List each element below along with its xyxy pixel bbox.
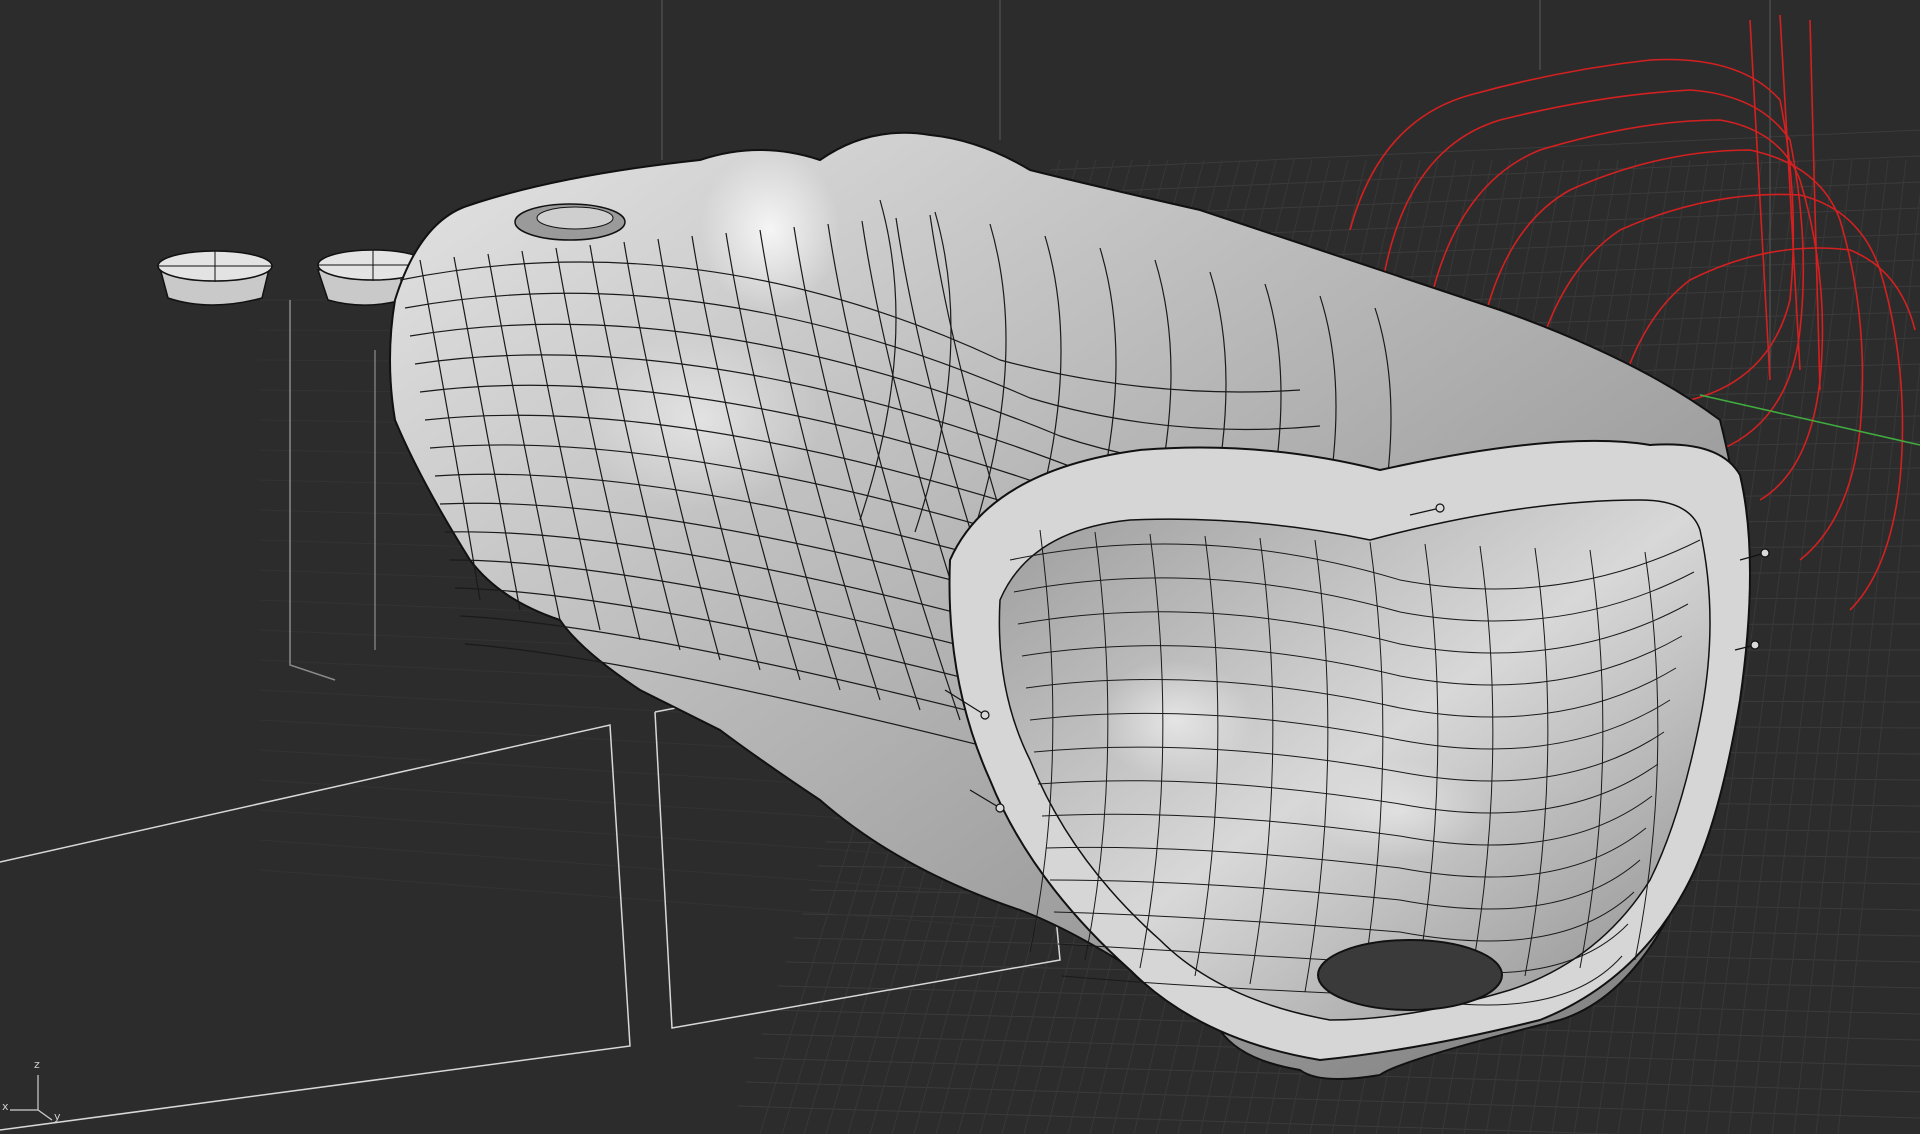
axis-z-label: z: [34, 1058, 40, 1071]
cap-part-1[interactable]: [157, 250, 273, 306]
axis-x-label: x: [2, 1100, 9, 1113]
3d-viewport[interactable]: [0, 0, 1920, 1134]
bottom-hole: [1317, 939, 1503, 1011]
top-opening: [514, 203, 626, 241]
axis-y-label: y: [54, 1110, 61, 1123]
